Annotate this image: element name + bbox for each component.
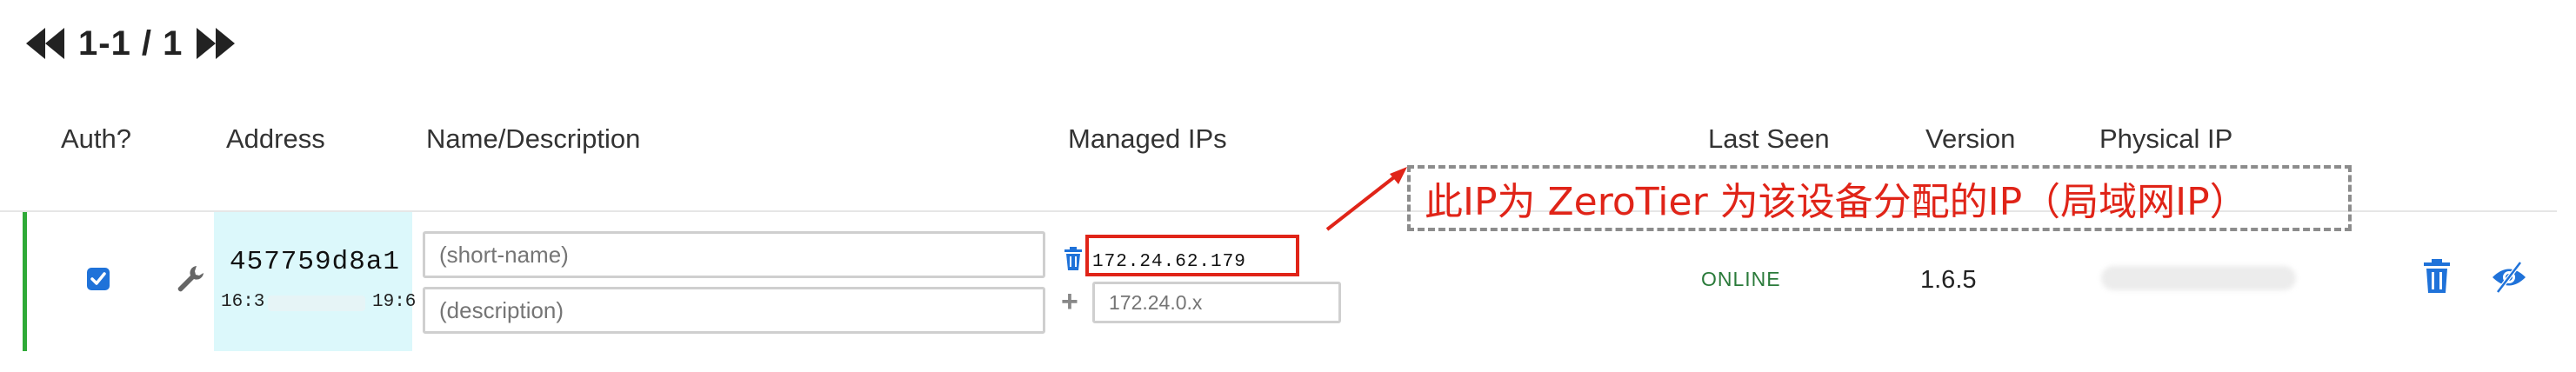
delete-member-trash-icon[interactable]	[2423, 259, 2451, 294]
double-left-arrow-icon[interactable]	[26, 26, 66, 61]
highlight-box	[1085, 235, 1299, 276]
description-input[interactable]	[423, 287, 1045, 334]
eye-slash-icon[interactable]	[2491, 261, 2527, 294]
address-cell	[214, 212, 412, 351]
header-name[interactable]: Name/Description	[426, 123, 640, 155]
member-address: 457759d8a1	[230, 247, 401, 277]
mac-address-redacted	[268, 296, 365, 311]
header-address[interactable]: Address	[226, 123, 325, 155]
annotation-pointer	[1325, 167, 1407, 231]
annotation-text: 此IP为 ZeroTier 为该设备分配的IP（局域网IP）	[1425, 180, 2248, 224]
mac-address-prefix: 16:3	[221, 292, 265, 312]
delete-ip-trash-icon[interactable]	[1063, 247, 1084, 271]
header-last-seen[interactable]: Last Seen	[1708, 123, 1830, 155]
double-right-arrow-icon[interactable]	[195, 26, 236, 61]
new-ip-input[interactable]	[1092, 282, 1341, 323]
online-status-bar	[23, 212, 27, 351]
plus-icon[interactable]: +	[1061, 287, 1078, 316]
client-version: 1.6.5	[1920, 266, 1977, 294]
checkmark-icon	[90, 272, 106, 285]
short-name-input[interactable]	[423, 231, 1045, 278]
header-version[interactable]: Version	[1925, 123, 2015, 155]
pagination: 1-1 / 1	[26, 19, 236, 68]
last-seen-status: ONLINE	[1701, 268, 1781, 290]
wrench-icon[interactable]	[174, 262, 207, 296]
annotation-callout: 此IP为 ZeroTier 为该设备分配的IP（局域网IP）	[1407, 165, 2352, 231]
physical-ip-redacted	[2101, 266, 2296, 290]
header-managed-ips[interactable]: Managed IPs	[1068, 123, 1227, 155]
auth-checkbox[interactable]	[87, 268, 110, 290]
mac-address-suffix: 19:6	[372, 292, 417, 312]
header-physical-ip[interactable]: Physical IP	[2099, 123, 2232, 155]
page-range: 1-1 / 1	[78, 23, 184, 63]
header-auth[interactable]: Auth?	[61, 123, 131, 155]
